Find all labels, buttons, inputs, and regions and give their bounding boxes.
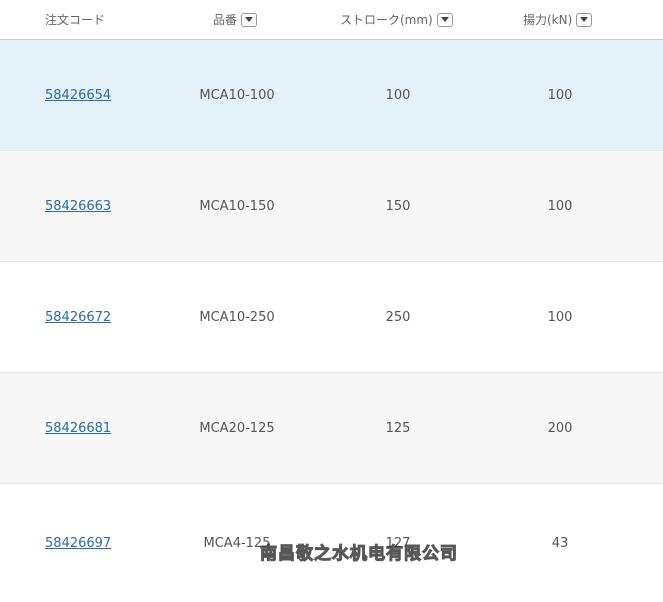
order-code-link[interactable]: 58426654 bbox=[45, 88, 111, 103]
stroke-cell: 150 bbox=[385, 199, 411, 214]
part-number-cell: MCA10-150 bbox=[199, 199, 275, 214]
table-row[interactable]: 58426663 MCA10-150 150 100 bbox=[0, 151, 663, 262]
order-code-cell: 58426697 bbox=[45, 484, 111, 602]
stroke-cell: 125 bbox=[385, 421, 411, 436]
order-code-cell: 58426654 bbox=[45, 40, 111, 151]
order-code-cell: 58426672 bbox=[45, 262, 111, 373]
lift-force-cell: 100 bbox=[547, 88, 573, 103]
order-code-link[interactable]: 58426681 bbox=[45, 421, 111, 436]
header-part-number-label: 品番 bbox=[213, 13, 238, 27]
lift-force-cell: 200 bbox=[547, 421, 573, 436]
table-row[interactable]: 58426654 MCA10-100 100 100 bbox=[0, 40, 663, 151]
company-watermark: 南昌敬之水机电有限公司 bbox=[260, 544, 458, 565]
header-lift-force: 揚力(kN) bbox=[523, 0, 593, 39]
order-code-cell: 58426681 bbox=[45, 373, 111, 484]
part-number-cell: MCA10-100 bbox=[199, 88, 275, 103]
product-table: 注文コード 品番 ストローク(mm) 揚力(kN) 58426654 MCA10… bbox=[0, 0, 663, 602]
header-stroke: ストローク(mm) bbox=[340, 0, 453, 39]
part-number-cell: MCA10-250 bbox=[199, 310, 275, 325]
stroke-sort-button[interactable] bbox=[436, 12, 453, 27]
chevron-down-icon bbox=[245, 17, 254, 22]
lift-force-cell: 43 bbox=[551, 535, 569, 551]
order-code-link[interactable]: 58426672 bbox=[45, 310, 111, 325]
order-code-cell: 58426663 bbox=[45, 151, 111, 262]
chevron-down-icon bbox=[440, 17, 449, 22]
order-code-link[interactable]: 58426663 bbox=[45, 199, 111, 214]
header-order-code: 注文コード bbox=[45, 0, 105, 39]
lift-force-cell: 100 bbox=[547, 199, 573, 214]
order-code-link[interactable]: 58426697 bbox=[45, 536, 111, 551]
lift-force-sort-button[interactable] bbox=[576, 12, 593, 27]
table-row[interactable]: 58426681 MCA20-125 125 200 bbox=[0, 373, 663, 484]
header-order-code-label: 注文コード bbox=[45, 13, 106, 27]
table-header: 注文コード 品番 ストローク(mm) 揚力(kN) bbox=[0, 0, 663, 40]
part-number-sort-button[interactable] bbox=[241, 12, 258, 27]
stroke-cell: 250 bbox=[385, 310, 411, 325]
header-stroke-label: ストローク(mm) bbox=[340, 13, 433, 27]
chevron-down-icon bbox=[580, 17, 589, 22]
header-part-number: 品番 bbox=[213, 0, 258, 39]
part-number-cell: MCA20-125 bbox=[199, 421, 275, 436]
header-lift-force-label: 揚力(kN) bbox=[523, 13, 573, 27]
table-row[interactable]: 58426672 MCA10-250 250 100 bbox=[0, 262, 663, 373]
stroke-cell: 100 bbox=[385, 88, 411, 103]
lift-force-cell: 100 bbox=[547, 310, 573, 325]
